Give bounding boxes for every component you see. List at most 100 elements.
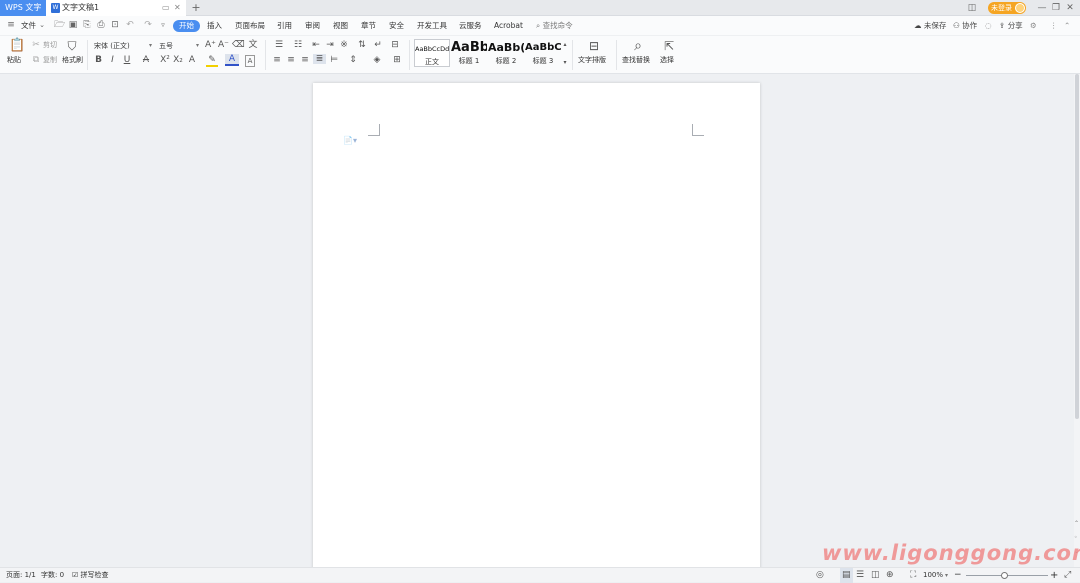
redo-icon[interactable]: ↷ — [143, 20, 153, 31]
undo-icon[interactable]: ↶ — [125, 20, 135, 31]
app-tab-wps-writer[interactable]: WPS 文字 — [0, 0, 46, 16]
save-icon[interactable]: ▣ — [68, 20, 78, 31]
style-heading-2[interactable]: AaBb( 标题 2 — [488, 39, 524, 67]
tab-stops-icon[interactable]: ⊟ — [389, 40, 401, 50]
share-button[interactable]: ⇪ 分享 — [999, 20, 1023, 32]
reading-layout-icon[interactable]: ◫ — [966, 0, 978, 16]
hamburger-menu-icon[interactable]: ≡ — [6, 20, 16, 31]
tab-references[interactable]: 引用 — [277, 20, 292, 32]
font-name-select[interactable]: 宋体 (正文) ▾ — [91, 40, 155, 51]
document-tab[interactable]: W 文字文稿1 ▭ ✕ — [46, 0, 186, 16]
word-count[interactable]: 字数: 0 — [41, 568, 64, 583]
export-pdf-icon[interactable]: ⎘ — [82, 20, 92, 31]
eye-protection-icon[interactable]: ◎ — [816, 568, 824, 583]
fit-page-icon[interactable]: ⛶ — [910, 568, 916, 583]
clear-format-icon[interactable]: ⌫ — [232, 40, 245, 50]
more-options-icon[interactable]: ⋮ — [1050, 20, 1058, 32]
collapse-ribbon-icon[interactable]: ⌃ — [1064, 20, 1070, 32]
shading-icon[interactable]: ◈ — [370, 55, 384, 65]
align-right-icon[interactable]: ≡ — [300, 55, 310, 65]
tab-cloud-service[interactable]: 云服务 — [459, 20, 482, 32]
scroll-page-up-icon[interactable]: ⌃ — [1074, 520, 1079, 527]
style-heading-1[interactable]: AaBb 标题 1 — [451, 39, 487, 67]
outline-view-icon[interactable]: ☰ — [856, 568, 864, 583]
grow-font-icon[interactable]: A⁺ — [205, 40, 216, 50]
superscript-icon[interactable]: X² — [159, 55, 171, 65]
page-view-icon[interactable]: ▤ — [840, 568, 853, 583]
customize-toolbar-icon[interactable]: ▿ — [158, 20, 168, 31]
reading-view-icon[interactable]: ◫ — [871, 568, 880, 583]
numbered-list-icon[interactable]: ☷ — [291, 40, 305, 50]
scroll-page-marker-icon[interactable]: ◦ — [1074, 534, 1078, 541]
document-page[interactable]: 📄▾ — [313, 83, 760, 567]
align-center-icon[interactable]: ≡ — [286, 55, 296, 65]
find-replace-button[interactable]: 查找替换 — [622, 56, 650, 65]
tab-start[interactable]: 开始 — [173, 20, 200, 32]
styles-scroll-up-icon[interactable]: ▴ — [562, 40, 568, 50]
style-normal[interactable]: AaBbCcDd 正文 — [414, 39, 450, 67]
tab-page-layout[interactable]: 页面布局 — [235, 20, 265, 32]
tab-developer[interactable]: 开发工具 — [417, 20, 447, 32]
close-window-button[interactable]: ✕ — [1064, 0, 1076, 16]
select-button[interactable]: 选择 — [660, 56, 674, 65]
tab-chapter[interactable]: 章节 — [361, 20, 376, 32]
collaborate-button[interactable]: ⚇ 协作 — [953, 20, 977, 32]
format-painter-button[interactable]: 格式刷 — [62, 56, 83, 65]
paste-icon[interactable]: 📋 — [9, 38, 25, 54]
settings-gear-icon[interactable]: ⚙ — [1030, 20, 1037, 32]
tab-insert[interactable]: 插入 — [207, 20, 222, 32]
subscript-icon[interactable]: X₂ — [172, 55, 184, 65]
zoom-level[interactable]: 100% — [923, 568, 943, 583]
chinese-layout-icon[interactable]: ※ — [338, 40, 350, 50]
zoom-out-button[interactable]: − — [954, 568, 962, 583]
underline-icon[interactable]: U — [121, 55, 133, 65]
tab-acrobat[interactable]: Acrobat — [494, 20, 523, 32]
style-heading-3[interactable]: AaBbC( 标题 3 — [525, 39, 561, 67]
tab-view[interactable]: 视图 — [333, 20, 348, 32]
font-size-select[interactable]: 五号 ▾ — [156, 40, 202, 51]
tab-security[interactable]: 安全 — [389, 20, 404, 32]
minimize-button[interactable]: — — [1036, 0, 1048, 16]
sort-icon[interactable]: ⇅ — [356, 40, 368, 50]
open-folder-icon[interactable]: 🗁 — [54, 20, 65, 31]
cut-button[interactable]: 剪切 — [43, 41, 57, 50]
web-view-icon[interactable]: ⊕ — [886, 568, 894, 583]
copy-icon[interactable]: ⧉ — [31, 55, 41, 65]
file-menu[interactable]: 文件 — [21, 20, 36, 32]
italic-icon[interactable]: I — [108, 55, 117, 65]
line-spacing-icon[interactable]: ⇕ — [346, 55, 360, 65]
phonetic-guide-icon[interactable]: 文 — [246, 40, 260, 50]
text-layout-button[interactable]: 文字排版 — [578, 56, 606, 65]
borders-icon[interactable]: ⊞ — [390, 55, 404, 65]
paste-button[interactable]: 粘贴 — [7, 56, 21, 65]
scroll-thumb[interactable] — [1075, 74, 1079, 419]
login-button[interactable]: 未登录 — [988, 2, 1026, 14]
bullet-list-icon[interactable]: ☰ — [272, 40, 286, 50]
fullscreen-icon[interactable]: ⤢ — [1064, 568, 1071, 583]
chevron-down-icon[interactable]: ⌄ — [37, 20, 47, 31]
tab-screen-icon[interactable]: ▭ — [162, 0, 170, 16]
copy-button[interactable]: 复制 — [43, 56, 57, 65]
zoom-in-button[interactable]: + — [1050, 568, 1058, 583]
shrink-font-icon[interactable]: A⁻ — [218, 40, 229, 50]
tab-close-icon[interactable]: ✕ — [174, 0, 181, 16]
strikethrough-icon[interactable]: A — [140, 55, 152, 65]
page-indicator[interactable]: 页面: 1/1 — [6, 568, 36, 583]
decrease-indent-icon[interactable]: ⇤ — [310, 40, 322, 50]
bold-icon[interactable]: B — [94, 55, 103, 65]
restore-button[interactable]: ❐ — [1050, 0, 1062, 16]
text-layout-icon[interactable]: ⊟ — [587, 38, 601, 54]
comment-icon[interactable]: ◌ — [985, 20, 992, 32]
distributed-align-icon[interactable]: ⊨ — [328, 55, 340, 65]
zoom-slider-handle[interactable] — [1001, 572, 1008, 579]
command-search[interactable]: ⌕ 查找命令 — [536, 20, 573, 32]
justify-icon[interactable]: ≣ — [313, 54, 326, 64]
unsaved-status[interactable]: ☁ 未保存 — [914, 20, 946, 32]
font-color-icon[interactable]: A — [225, 54, 239, 66]
styles-more-icon[interactable]: ▾ — [562, 58, 568, 68]
char-border-icon[interactable]: A — [245, 55, 255, 67]
text-effect-icon[interactable]: A — [186, 55, 198, 65]
format-painter-icon[interactable]: ⛉ — [65, 38, 79, 54]
increase-indent-icon[interactable]: ⇥ — [324, 40, 336, 50]
vertical-scrollbar[interactable]: ⌃ ◦ ⌄ — [1074, 74, 1080, 567]
